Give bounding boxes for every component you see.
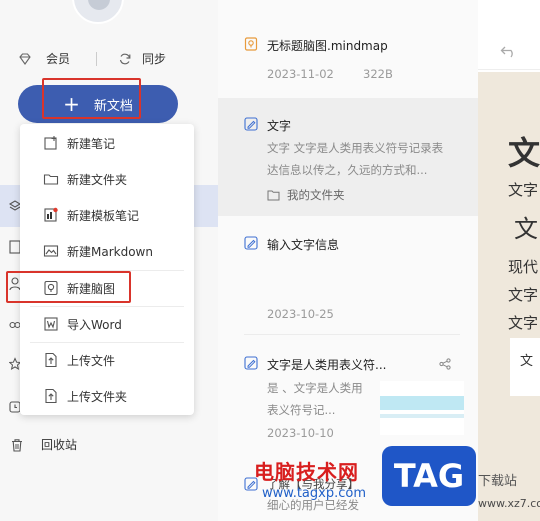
folder-icon (267, 190, 280, 201)
sync-icon (119, 53, 131, 64)
menu-item-label: 上传文件 (67, 353, 116, 368)
avatar[interactable] (72, 0, 124, 24)
upload-file-icon (45, 352, 57, 368)
diamond-icon (19, 52, 31, 65)
note-snippet: 文字 文字是人类用表义符号记录表达信息以传之，久远的方式和... (267, 141, 444, 177)
document-preview: 文 文字 文 现代 文字 文字 文 (478, 72, 540, 521)
note-icon (244, 236, 258, 250)
menu-item-label: 导入Word (67, 317, 122, 332)
menu-item-label: 新建脑图 (67, 281, 116, 296)
preview-line: 文 (514, 215, 538, 243)
preview-pane: 文 文字 文 现代 文字 文字 文 (478, 0, 540, 521)
list-item[interactable]: 无标题脑图.mindmap 2023-11-02 322B (218, 0, 478, 98)
menu-item-new-folder[interactable]: 新建文件夹 (20, 161, 194, 197)
menu-item-label: 上传文件夹 (67, 389, 128, 404)
list-item-selected[interactable]: 文字 文字 文字是人类用表义符号记录表达信息以传之，久远的方式和... 我的文件… (218, 98, 478, 216)
menu-item-label: 新建Markdown (67, 244, 153, 259)
new-menu: 新建笔记 新建文件夹 新建模板笔记 新建Markdown 新建脑图 导入Word… (20, 124, 194, 415)
note-title: 文字是人类用表义符... (267, 358, 387, 372)
new-document-button[interactable]: + 新文档 (18, 85, 178, 123)
list-item[interactable]: 输入文字信息 2023-10-25 (218, 216, 478, 334)
mindmap-icon (44, 280, 58, 296)
watermark-logo: TAG (382, 446, 476, 506)
markdown-icon (43, 245, 59, 257)
note-snippet: 是 、文字是人类用表义符号记... (267, 381, 363, 417)
watermark-text: 电脑技术网 (254, 460, 359, 484)
watermark-side-url: www.xz7.com (478, 497, 540, 510)
new-note-icon (44, 136, 57, 150)
trash-icon (12, 438, 22, 452)
menu-item-new-markdown[interactable]: 新建Markdown (20, 233, 194, 269)
note-title: 无标题脑图.mindmap (267, 39, 388, 53)
mindmap-file-icon (244, 37, 258, 51)
trash-label: 回收站 (41, 438, 78, 452)
plus-icon: + (63, 92, 80, 116)
note-size: 322B (363, 67, 393, 81)
note-list: 无标题脑图.mindmap 2023-11-02 322B 文字 文字 文字是人… (218, 0, 478, 521)
note-title: 文字 (267, 119, 292, 133)
watermark-logo-text: TAG (393, 457, 465, 495)
preview-heading: 文 (508, 134, 540, 172)
undo-icon[interactable] (500, 44, 518, 58)
menu-item-label: 新建模板笔记 (67, 208, 140, 223)
new-folder-icon (43, 174, 59, 185)
note-thumbnail (380, 381, 464, 435)
preview-line: 文字 (508, 181, 539, 199)
sidebar-item-trash[interactable]: 回收站 (10, 436, 77, 453)
note-date: 2023-10-10 (267, 426, 334, 440)
menu-item-new-template-note[interactable]: 新建模板笔记 (20, 197, 194, 233)
import-word-icon (44, 317, 58, 331)
upload-folder-icon (45, 388, 57, 404)
preview-card: 文 (510, 338, 540, 396)
note-date: 2023-10-25 (267, 307, 334, 321)
share-icon[interactable] (439, 358, 451, 370)
preview-line: 文字 (508, 286, 539, 304)
note-title: 输入文字信息 (267, 238, 340, 252)
note-date: 2023-11-02 (267, 67, 334, 81)
watermark-url: www.tagxp.com (262, 486, 366, 501)
menu-item-upload-file[interactable]: 上传文件 (20, 342, 194, 378)
watermark-side-text: 下载站 (478, 474, 518, 489)
menu-item-new-mindmap[interactable]: 新建脑图 (20, 270, 194, 306)
preview-line: 现代 (508, 258, 539, 276)
template-note-icon (44, 207, 58, 222)
note-icon (244, 356, 258, 370)
note-folder: 我的文件夹 (267, 187, 345, 203)
new-document-label: 新文档 (93, 98, 133, 114)
sync-button[interactable]: 同步 (118, 50, 166, 67)
note-icon (244, 117, 258, 131)
menu-item-upload-folder[interactable]: 上传文件夹 (20, 378, 194, 414)
sync-label: 同步 (142, 52, 167, 66)
menu-item-import-word[interactable]: 导入Word (20, 306, 194, 342)
divider (96, 52, 97, 66)
menu-item-label: 新建文件夹 (67, 172, 128, 187)
vip-button[interactable]: 会员 (18, 50, 70, 67)
menu-item-new-note[interactable]: 新建笔记 (20, 125, 194, 161)
preview-card-text: 文 (520, 354, 534, 369)
vip-label: 会员 (46, 52, 71, 66)
folder-label: 我的文件夹 (287, 188, 345, 202)
preview-line: 文字 (508, 314, 539, 332)
menu-item-label: 新建笔记 (67, 136, 116, 151)
